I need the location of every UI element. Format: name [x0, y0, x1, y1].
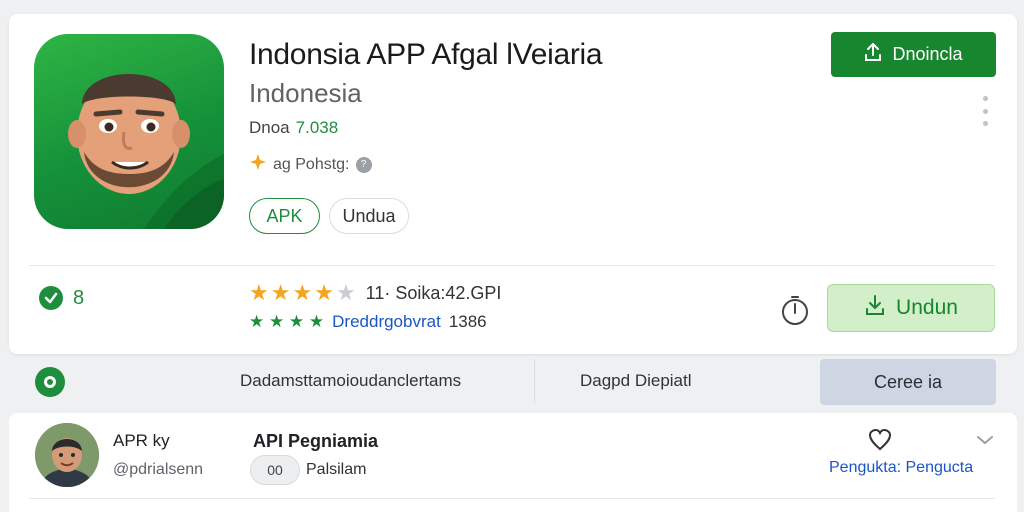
app-title: Indonsia APP Afgal lVeiaria — [249, 38, 603, 71]
tab-1[interactable]: Dadamsttamoioudanclertams — [240, 371, 461, 391]
avatar[interactable] — [35, 423, 99, 487]
chip-apk[interactable]: APK — [249, 198, 320, 234]
chip-undua[interactable]: Undua — [329, 198, 409, 234]
tab-2[interactable]: Dagpd Diepiatl — [580, 371, 692, 391]
review-row: ★ ★ ★ ★ Dreddrgobvrat 1386 — [249, 312, 487, 332]
app-avatar-illustration — [68, 74, 224, 229]
star-filled-icon: ★ — [314, 280, 334, 305]
rating-text: 11· Soika:42.GPI — [365, 282, 502, 303]
divider — [29, 265, 995, 266]
verified-badge: 8 — [39, 286, 84, 310]
download-button[interactable]: Dnoincla — [831, 32, 996, 77]
pill-label: Palsilam — [306, 461, 367, 478]
info-icon[interactable]: ? — [355, 156, 372, 173]
kebab-menu-icon[interactable] — [977, 96, 993, 126]
app-icon — [34, 34, 224, 229]
downloads-info: Dnoa 7.038 — [249, 118, 338, 138]
download-arrow-icon — [864, 294, 886, 322]
sparkle-icon — [249, 153, 267, 176]
star-empty-icon: ★ — [335, 280, 356, 305]
downloads-value: 7.038 — [295, 118, 339, 137]
divider — [29, 498, 995, 499]
review-count: 1386 — [448, 312, 487, 331]
review-stars: ★ ★ ★ ★ — [249, 312, 325, 331]
chevron-down-icon[interactable] — [974, 429, 996, 451]
count-pill[interactable]: 00 — [250, 455, 300, 485]
star-filled-icon: ★ — [292, 280, 313, 305]
star-filled-icon: ★ — [270, 280, 291, 305]
downloads-label: Dnoa — [249, 118, 290, 137]
tab-divider — [534, 359, 535, 403]
stopwatch-icon[interactable] — [777, 292, 813, 328]
badge-count: 8 — [73, 286, 85, 309]
policy-text: ag Pohstg: — [273, 155, 350, 173]
undun-button-label: Undun — [896, 296, 958, 319]
star-rating: ★ ★ ★ ★ ★ — [249, 282, 356, 304]
download-button-label: Dnoincla — [892, 44, 963, 64]
record-icon[interactable] — [35, 367, 65, 397]
comment-card: APR ky @pdrialsenn API Pegniamia 00 Pals… — [9, 413, 1017, 512]
user-name[interactable]: APR ky — [113, 431, 170, 451]
check-icon — [39, 286, 63, 310]
rating-row: ★ ★ ★ ★ ★ 11· Soika:42.GPI — [249, 282, 501, 304]
tab-bar: Dadamsttamoioudanclertams Dagpd Diepiatl… — [0, 357, 1024, 407]
upload-arrow-icon — [864, 42, 882, 67]
app-developer[interactable]: Indonesia — [249, 78, 362, 109]
heart-outline-icon[interactable] — [867, 427, 893, 453]
tab-3-active[interactable]: Ceree ia — [820, 359, 996, 405]
star-filled-icon: ★ — [249, 280, 269, 305]
app-details-card: Indonsia APP Afgal lVeiaria Indonesia Dn… — [9, 14, 1017, 354]
comment-title: API Pegniamia — [253, 431, 379, 451]
user-handle: @pdrialsenn — [113, 461, 204, 478]
review-link[interactable]: Dreddrgobvrat — [332, 312, 441, 332]
policy-info: ag Pohstg: ? — [249, 153, 372, 176]
undun-button[interactable]: Undun — [827, 284, 995, 332]
footer-link[interactable]: Pengukta: Pengucta — [829, 459, 973, 477]
